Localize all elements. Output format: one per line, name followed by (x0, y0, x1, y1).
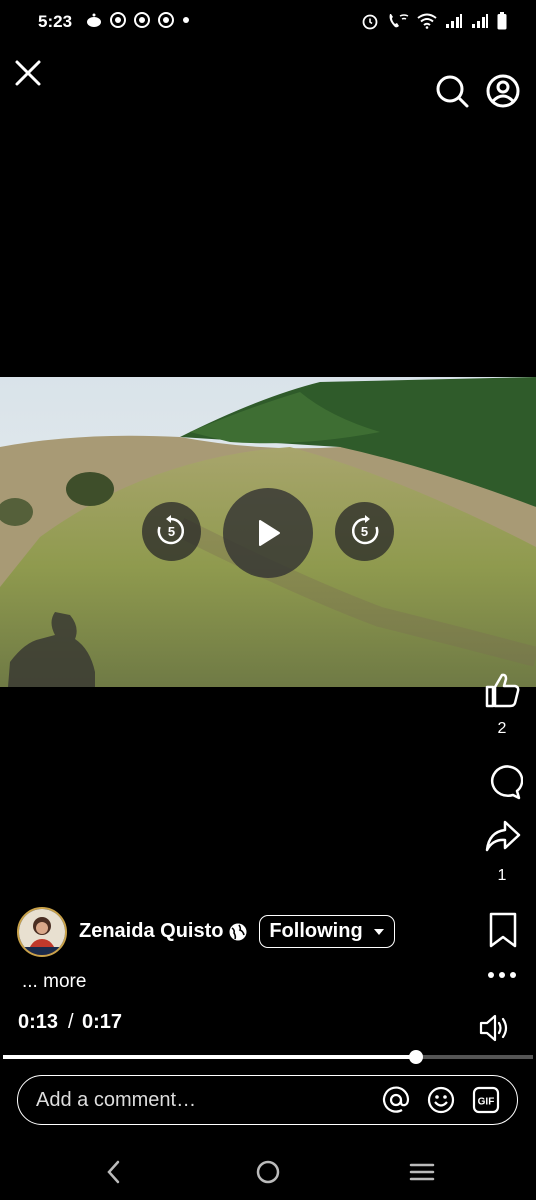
close-icon (15, 60, 41, 86)
comment-placeholder: Add a comment… (36, 1089, 197, 1111)
emoji-icon (427, 1086, 455, 1114)
emoji-button[interactable] (425, 1084, 457, 1116)
bookmark-icon (489, 912, 517, 948)
chrome-icon (110, 12, 126, 28)
chrome-icon (134, 12, 150, 28)
nav-back-button[interactable] (94, 1152, 134, 1192)
recents-icon (409, 1163, 435, 1181)
video-player[interactable]: 5 5 (0, 377, 536, 687)
search-icon (436, 75, 469, 108)
caption-more-link[interactable]: ... more (22, 971, 86, 993)
play-icon (259, 520, 280, 546)
mention-icon (382, 1086, 410, 1113)
avatar[interactable] (17, 907, 67, 957)
nav-recents-button[interactable] (402, 1152, 442, 1192)
close-button[interactable] (12, 57, 44, 89)
gif-button[interactable]: GIF (470, 1084, 502, 1116)
play-button[interactable] (223, 488, 313, 578)
status-time: 5:23 (38, 12, 73, 31)
system-icons (361, 12, 507, 30)
profile-icon (486, 74, 520, 108)
skip-back-label: 5 (167, 524, 176, 539)
signal-icon (472, 14, 488, 28)
nav-home-button[interactable] (248, 1152, 288, 1192)
volume-icon (479, 1014, 508, 1042)
privacy-indicator (228, 922, 248, 942)
profile-button[interactable] (485, 73, 521, 109)
home-icon (256, 1160, 280, 1184)
skip-forward-label: 5 (360, 524, 369, 539)
dropdown-icon (373, 928, 384, 935)
thumbs-up-icon (485, 673, 520, 708)
signal-icon (446, 14, 462, 28)
wifi-call-icon (389, 14, 409, 28)
globe-icon (229, 923, 247, 941)
share-icon (485, 820, 521, 852)
like-count: 2 (497, 720, 507, 737)
following-label: Following (269, 920, 363, 942)
reddit-icon (87, 13, 101, 27)
following-button[interactable]: Following (259, 915, 395, 948)
search-button[interactable] (434, 73, 470, 109)
dot-icon (183, 17, 189, 23)
progress-thumb[interactable] (409, 1050, 424, 1064)
share-button[interactable] (483, 816, 523, 856)
save-button[interactable] (486, 911, 520, 949)
alarm-icon (362, 14, 378, 30)
chrome-icon (158, 12, 174, 28)
progress-fill (3, 1055, 417, 1059)
author-name[interactable]: Zenaida Quisto (79, 920, 223, 943)
skip-back-button[interactable]: 5 (142, 502, 201, 561)
share-count: 1 (497, 867, 507, 884)
notification-icons (86, 12, 190, 28)
more-options-button[interactable] (485, 965, 519, 985)
avatar-image (19, 909, 65, 955)
skip-forward-button[interactable]: 5 (335, 502, 394, 561)
svg-text:GIF: GIF (478, 1097, 495, 1108)
like-button[interactable] (482, 670, 522, 710)
wifi-icon (417, 13, 437, 29)
back-icon (107, 1160, 120, 1184)
time-separator: / (68, 1011, 74, 1033)
comment-input[interactable]: Add a comment… GIF (17, 1075, 518, 1125)
comment-icon (490, 765, 524, 800)
gif-icon: GIF (472, 1086, 500, 1114)
current-time: 0:13 (18, 1011, 59, 1033)
total-time: 0:17 (82, 1011, 123, 1033)
comment-button[interactable] (483, 763, 524, 803)
status-bar: 5:23 (0, 0, 536, 44)
more-icon (488, 972, 516, 978)
battery-icon (497, 12, 507, 30)
mention-button[interactable] (380, 1084, 412, 1116)
volume-button[interactable] (478, 1013, 512, 1043)
